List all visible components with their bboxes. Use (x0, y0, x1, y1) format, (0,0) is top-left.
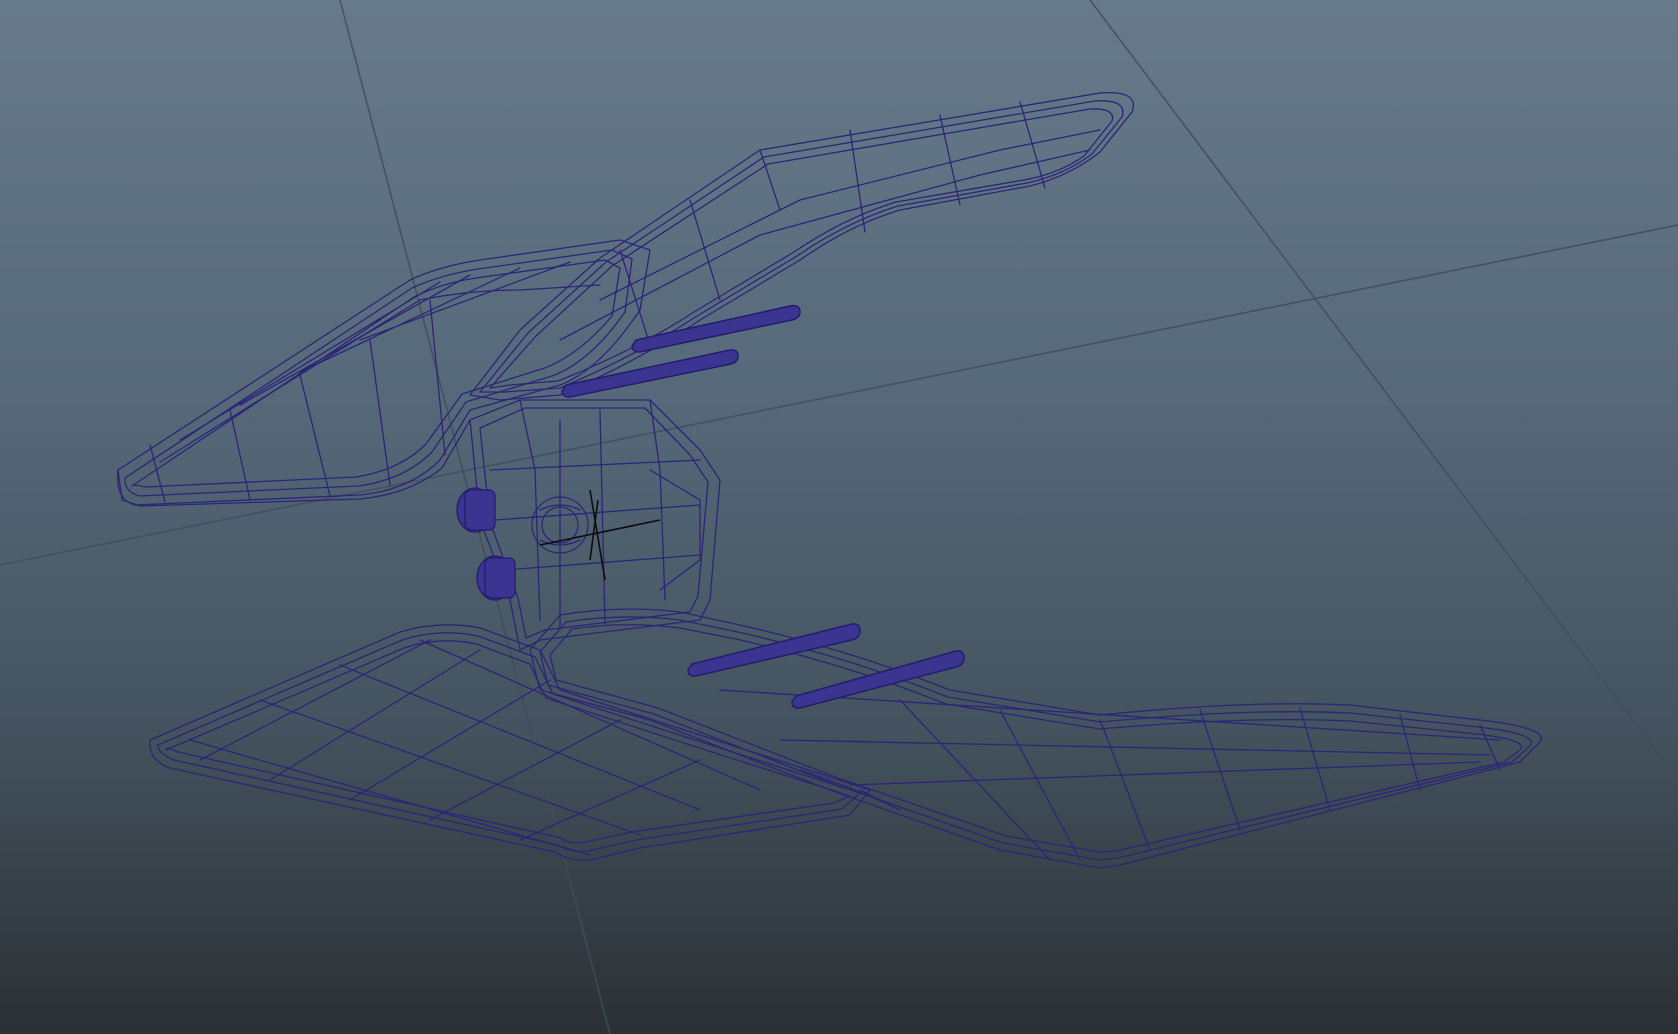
viewport-canvas[interactable] (0, 0, 1678, 1034)
3d-viewport[interactable] (0, 0, 1678, 1034)
viewport-background (0, 0, 1678, 1034)
